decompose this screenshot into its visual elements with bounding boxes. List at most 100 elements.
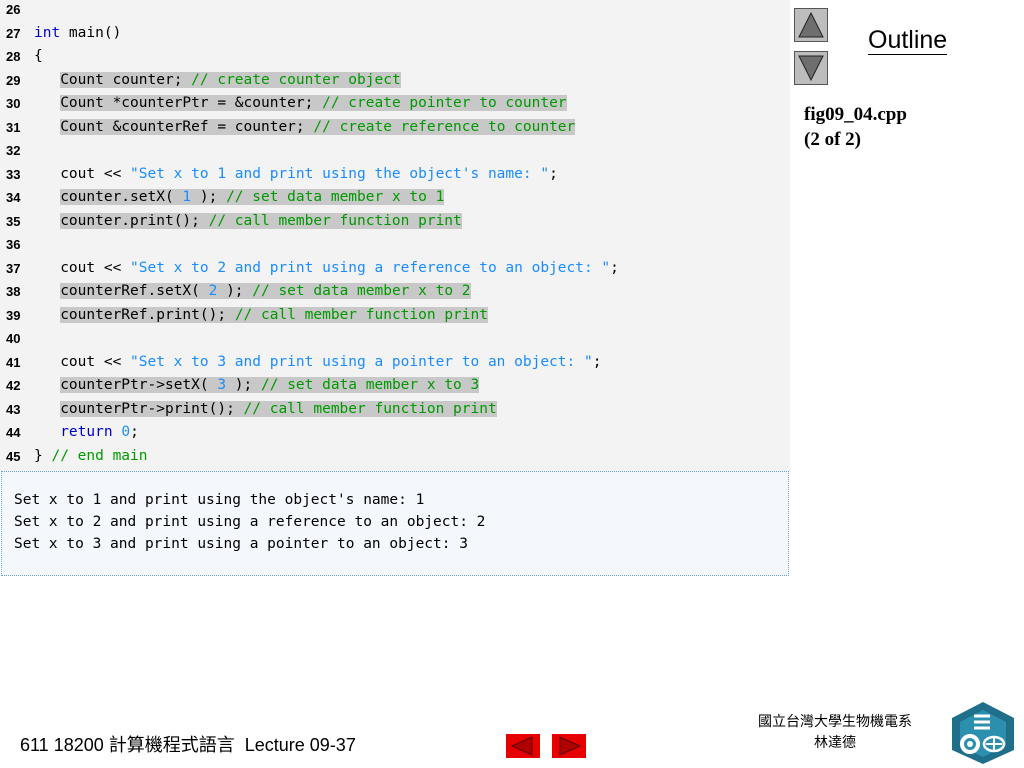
file-name: fig09_04.cpp: [804, 104, 907, 125]
page-info: (2 of 2): [804, 129, 861, 150]
code-text: counterRef.print(); // call member funct…: [34, 304, 488, 327]
code-text: return 0;: [34, 421, 139, 444]
code-line: 42 counterPtr->setX( 3 ); // set data me…: [0, 374, 790, 397]
code-token: );: [226, 377, 261, 393]
code-text: int main(): [34, 22, 121, 45]
code-text: counter.print(); // call member function…: [34, 210, 462, 233]
code-text: Count &counterRef = counter; // create r…: [34, 116, 576, 139]
output-line-2: Set x to 2 and print using a reference t…: [14, 514, 486, 530]
scroll-up-button[interactable]: [794, 8, 828, 42]
code-line: 35 counter.print(); // call member funct…: [0, 210, 790, 233]
code-token: ;: [549, 165, 558, 182]
code-line: 41 cout << "Set x to 3 and print using a…: [0, 351, 790, 374]
code-token: counter.setX(: [60, 189, 183, 205]
line-number: 41: [6, 354, 21, 370]
code-comment: // call member function print: [234, 306, 488, 323]
code-comment: // set data member x to 1: [226, 189, 445, 205]
code-line: 38 counterRef.setX( 2 ); // set data mem…: [0, 280, 790, 303]
code-text: {: [34, 45, 43, 68]
line-number: 34: [6, 190, 21, 205]
code-token: Count *counterPtr = &counter;: [60, 95, 323, 111]
code-token: cout <<: [34, 259, 131, 276]
code-string: "Set x to 2 and print using a reference …: [130, 259, 611, 276]
code-line: 45} // end main: [0, 445, 790, 468]
code-comment: // set data member x to 2: [252, 283, 471, 299]
line-number: 43: [6, 401, 21, 417]
code-text: cout << "Set x to 1 and print using the …: [34, 163, 558, 186]
code-text: counterRef.setX( 2 ); // set data member…: [34, 280, 471, 303]
code-token: {: [34, 48, 43, 64]
code-token: );: [191, 189, 227, 205]
line-number: 30: [6, 96, 21, 111]
code-comment: // end main: [51, 447, 148, 464]
code-line: 34 counter.setX( 1 ); // set data member…: [0, 186, 790, 209]
code-number: 3: [217, 377, 227, 393]
code-token: );: [217, 283, 253, 299]
code-text: } // end main: [34, 445, 148, 468]
line-number: 28: [6, 49, 21, 64]
program-output: Set x to 1 and print using the object's …: [1, 471, 789, 576]
code-comment: // create reference to counter: [313, 118, 576, 135]
next-slide-button[interactable]: [552, 734, 586, 758]
code-token: counterPtr->setX(: [60, 377, 218, 393]
code-text: Count *counterPtr = &counter; // create …: [34, 92, 567, 115]
code-token: ;: [610, 259, 619, 276]
code-line: 37 cout << "Set x to 2 and print using a…: [0, 257, 790, 280]
code-keyword: int: [34, 24, 61, 41]
code-comment: // create counter object: [191, 71, 401, 88]
code-line: 32: [0, 139, 790, 162]
triangle-up-icon: [798, 11, 824, 38]
line-number: 44: [6, 425, 21, 440]
code-string: "Set x to 1 and print using the object's…: [130, 165, 550, 182]
line-number: 40: [6, 331, 21, 346]
institution-label: 國立台灣大學生物機電系 林達德: [740, 712, 930, 754]
previous-slide-button[interactable]: [506, 734, 540, 758]
line-number: 36: [6, 237, 21, 252]
code-line: 43 counterPtr->print(); // call member f…: [0, 398, 790, 421]
code-text: cout << "Set x to 2 and print using a re…: [34, 257, 619, 280]
code-token: counterRef.print();: [60, 306, 235, 323]
line-number: 29: [6, 72, 21, 88]
code-comment: // create pointer to counter: [322, 95, 567, 111]
code-token: Count &counterRef = counter;: [60, 118, 314, 135]
arrow-left-icon: [506, 734, 540, 758]
line-number: 39: [6, 307, 21, 323]
scroll-down-button[interactable]: [794, 51, 828, 85]
line-number: 26: [6, 2, 21, 17]
institution-name: 國立台灣大學生物機電系: [758, 714, 912, 730]
lecture-footer: 611 18200 計算機程式語言 Lecture 09-37: [20, 735, 356, 755]
line-number: 37: [6, 260, 21, 276]
code-line: 31 Count &counterRef = counter; // creat…: [0, 116, 790, 139]
code-line: 36: [0, 233, 790, 256]
code-text: counterPtr->setX( 3 ); // set data membe…: [34, 374, 480, 397]
code-token: ;: [130, 424, 139, 440]
line-number: 27: [6, 25, 21, 41]
code-token: Count counter;: [60, 71, 192, 88]
code-line: 44 return 0;: [0, 421, 790, 444]
code-number: 1: [182, 189, 192, 205]
code-text: counterPtr->print(); // call member func…: [34, 398, 497, 421]
code-string: "Set x to 3 and print using a pointer to…: [130, 353, 593, 370]
line-number: 32: [6, 143, 21, 158]
output-line-1: Set x to 1 and print using the object's …: [14, 492, 425, 508]
code-line: 39 counterRef.print(); // call member fu…: [0, 304, 790, 327]
code-line: 40: [0, 327, 790, 350]
code-line: 30 Count *counterPtr = &counter; // crea…: [0, 92, 790, 115]
line-number: 35: [6, 213, 21, 229]
code-line: 33 cout << "Set x to 1 and print using t…: [0, 163, 790, 186]
arrow-right-icon: [552, 734, 586, 758]
output-line-3: Set x to 3 and print using a pointer to …: [14, 536, 468, 552]
line-number: 42: [6, 378, 21, 393]
line-number: 33: [6, 166, 21, 182]
code-line: 26: [0, 0, 790, 21]
code-token: counterRef.setX(: [60, 283, 209, 299]
code-number: 0: [121, 424, 131, 440]
code-token: cout <<: [34, 165, 131, 182]
code-text: counter.setX( 1 ); // set data member x …: [34, 186, 445, 209]
figure-caption: fig09_04.cpp (2 of 2): [804, 102, 907, 152]
code-token: main(): [60, 24, 122, 41]
code-token: counter.print();: [60, 212, 209, 229]
line-number: 31: [6, 119, 21, 135]
outline-link[interactable]: Outline: [868, 26, 948, 55]
code-line: 29 Count counter; // create counter obje…: [0, 69, 790, 92]
